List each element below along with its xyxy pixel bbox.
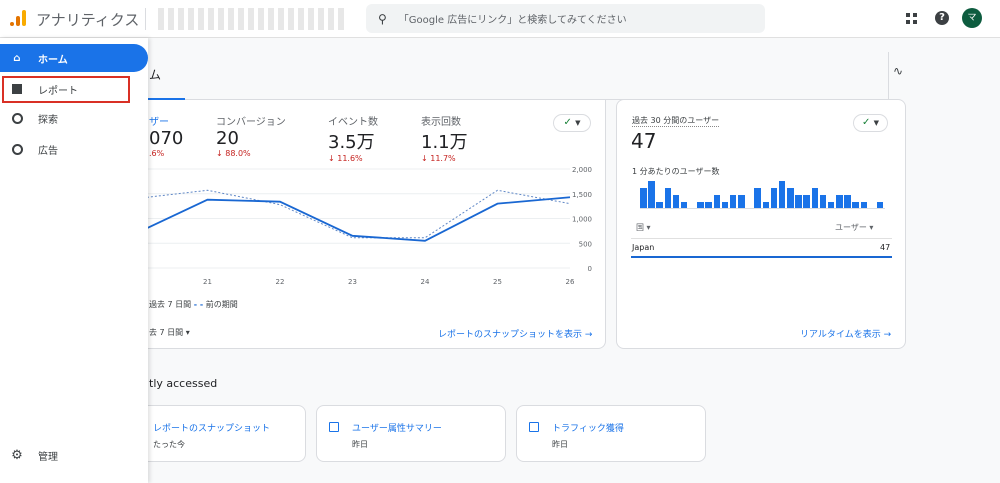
page-title: ム <box>149 68 162 82</box>
ads-icon <box>10 142 24 156</box>
report-icon <box>529 422 539 432</box>
per-minute-bar <box>795 195 802 209</box>
sidebar-item-admin[interactable]: ⚙ 管理 <box>0 441 148 469</box>
y-tick-label: 0 <box>588 265 592 273</box>
realtime-row-country: Japan <box>632 243 655 252</box>
sidebar: ⌂ ホーム レポート 探索 広告 ⚙ 管理 <box>0 38 148 483</box>
per-minute-bar <box>664 188 672 209</box>
period-selector[interactable]: 去 7 日間 ▾ <box>149 327 190 338</box>
x-tick-label: 21 <box>203 278 212 285</box>
report-icon <box>329 422 339 432</box>
per-minute-bar <box>754 188 761 209</box>
gear-icon: ⚙ <box>11 447 23 463</box>
recent-item[interactable]: ユーザー属性サマリー 昨日 <box>316 405 506 462</box>
realtime-row-users: 47 <box>880 243 891 252</box>
home-icon: ⌂ <box>13 52 21 64</box>
help-icon[interactable]: ? <box>935 11 949 25</box>
per-minute-bar-chart <box>640 181 885 209</box>
recent-section-title: tly accessed <box>149 377 218 390</box>
realtime-value: 47 <box>631 129 657 153</box>
metric-conversions[interactable]: コンバージョン 20 ↓ 88.0% <box>216 113 286 158</box>
y-tick-label: 1,000 <box>572 216 592 224</box>
country-column-header[interactable]: 国 ▾ <box>636 222 651 233</box>
avatar[interactable]: マ <box>962 8 982 28</box>
per-minute-bar <box>836 195 843 209</box>
per-minute-bar <box>803 195 810 209</box>
chart-legend: 過去 7 日間 - - 前の期間 <box>149 300 238 309</box>
y-tick-label: 1,500 <box>572 191 592 199</box>
view-realtime-link[interactable]: リアルタイムを表示 → <box>800 327 891 340</box>
per-minute-bar <box>787 188 794 209</box>
per-minute-bar <box>811 188 819 209</box>
sidebar-item-ads[interactable]: 広告 <box>0 135 148 163</box>
per-minute-bar <box>819 195 827 209</box>
analytics-logo-icon <box>10 9 26 27</box>
per-minute-bar <box>640 188 647 209</box>
search-placeholder: 「Google 広告にリンク」と検索してみてください <box>398 15 627 26</box>
search-input[interactable]: ⚲ 「Google 広告にリンク」と検索してみてください <box>366 4 765 33</box>
recent-item[interactable]: トラフィック獲得 昨日 <box>516 405 706 462</box>
sidebar-item-explore[interactable]: 探索 <box>0 104 148 132</box>
series-line-previous <box>134 189 571 239</box>
account-selector[interactable] <box>158 8 348 30</box>
per-minute-bar <box>648 181 655 209</box>
insights-icon[interactable]: ∿ <box>893 64 903 78</box>
x-tick-label: 23 <box>348 278 357 285</box>
metric-views[interactable]: 表示回数 1.1万 ↓ 11.7% <box>421 113 468 163</box>
top-bar: アナリティクス ⚲ 「Google 広告にリンク」と検索してみてください ? マ <box>0 0 1000 38</box>
per-minute-bar <box>770 188 778 209</box>
per-minute-bar <box>738 195 745 209</box>
line-chart: 2,0001,5001,000500020212223242526 <box>131 166 592 285</box>
metric-users[interactable]: ザー 070 .6% <box>149 113 183 158</box>
compare-toggle[interactable]: ✓ ▼ <box>553 114 591 132</box>
app-name: アナリティクス <box>36 11 140 29</box>
apps-grid-icon[interactable] <box>906 13 917 24</box>
search-icon: ⚲ <box>378 11 387 26</box>
explore-icon <box>10 111 24 125</box>
y-tick-label: 500 <box>579 240 592 248</box>
users-column-header[interactable]: ユーザー ▾ <box>835 222 873 233</box>
view-snapshot-link[interactable]: レポートのスナップショットを表示 → <box>438 327 592 340</box>
y-tick-label: 2,000 <box>572 166 592 174</box>
per-minute-label: 1 分あたりのユーザー数 <box>632 167 720 176</box>
x-tick-label: 26 <box>566 278 575 285</box>
x-tick-label: 24 <box>421 278 430 285</box>
metric-events[interactable]: イベント数 3.5万 ↓ 11.6% <box>328 113 378 163</box>
highlight-box <box>2 76 130 103</box>
compare-toggle-realtime[interactable]: ✓ ▼ <box>853 114 888 132</box>
realtime-title[interactable]: 過去 30 分間のユーザー <box>632 115 720 127</box>
per-minute-bar <box>729 195 737 209</box>
per-minute-bar <box>778 181 786 209</box>
x-tick-label: 25 <box>493 278 502 285</box>
per-minute-bar <box>672 195 680 209</box>
per-minute-bar <box>713 195 721 209</box>
per-minute-bar <box>844 195 851 209</box>
sidebar-item-home[interactable]: ⌂ ホーム <box>0 44 148 72</box>
x-tick-label: 22 <box>276 278 285 285</box>
